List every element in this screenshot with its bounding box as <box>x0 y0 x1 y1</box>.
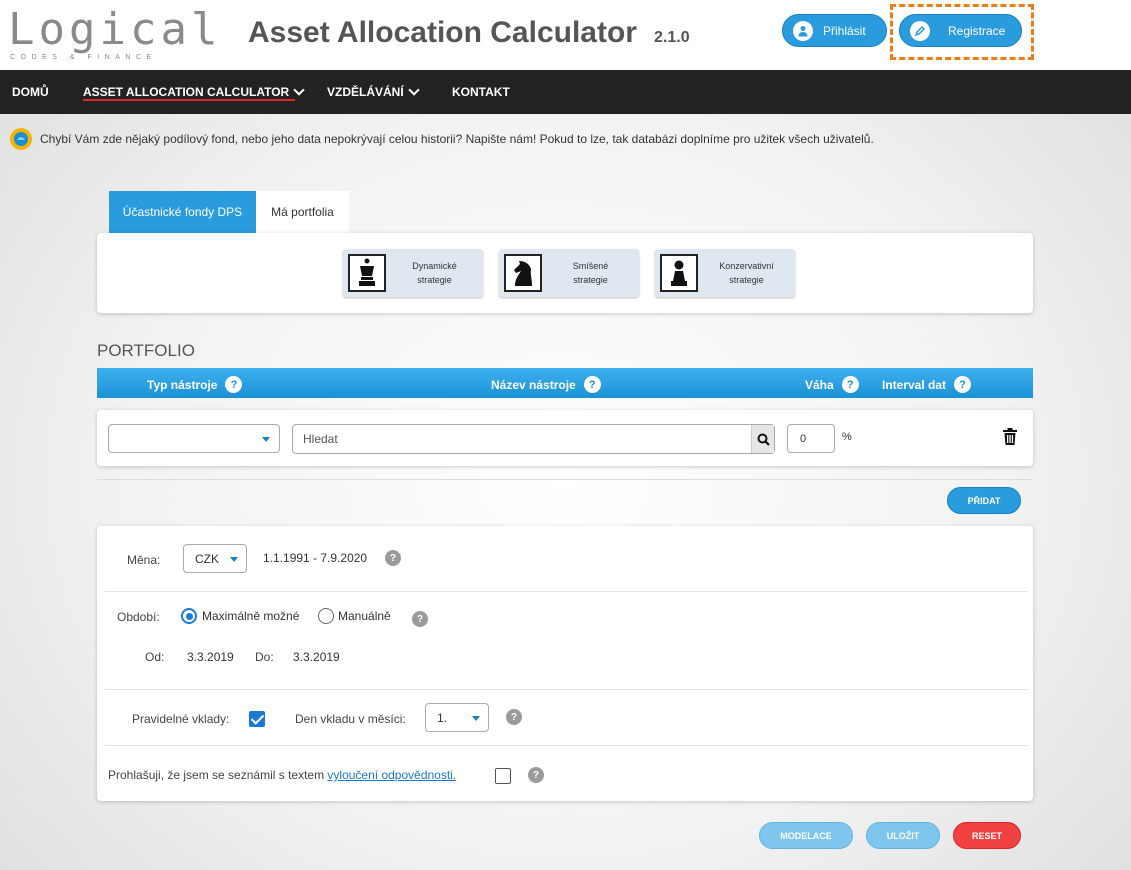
weight-input[interactable]: 0 <box>787 424 835 453</box>
nav-asset-allocation-label: ASSET ALLOCATION CALCULATOR <box>83 85 290 99</box>
chevron-down-icon <box>408 83 420 96</box>
strategy-mixed-button[interactable]: Smíšené strategie <box>499 249 639 297</box>
nav-active-indicator <box>83 99 295 101</box>
nav-home[interactable]: DOMŮ <box>12 85 49 99</box>
search-placeholder: Hledat <box>303 432 338 446</box>
chess-knight-icon <box>504 254 542 292</box>
nav-home-label: DOMŮ <box>12 85 49 99</box>
strategy-conservative-label: Konzervativní strategie <box>719 261 774 285</box>
column-interval: Interval dat? <box>882 376 972 393</box>
help-icon[interactable]: ? <box>412 611 428 627</box>
currency-select[interactable]: CZK <box>183 544 247 573</box>
main-nav: DOMŮ ASSET ALLOCATION CALCULATOR VZDĚLÁV… <box>0 70 1131 114</box>
from-label: Od: <box>145 650 165 664</box>
regular-deposits-label: Pravidelné vklady: <box>132 712 230 726</box>
portfolio-title: PORTFOLIO <box>97 341 195 360</box>
disclaimer-link[interactable]: vyloučení odpovědnosti. <box>327 768 456 782</box>
help-icon[interactable]: ? <box>506 709 522 725</box>
model-button[interactable]: MODELACE <box>759 822 853 849</box>
period-manual-radio[interactable] <box>318 608 334 624</box>
help-icon[interactable]: ? <box>583 376 601 393</box>
caret-down-icon <box>472 716 480 721</box>
weight-unit: % <box>842 431 852 443</box>
divider <box>105 689 1027 690</box>
version-label: 2.1.0 <box>654 29 690 46</box>
register-button[interactable]: Registrace <box>899 14 1022 47</box>
to-value[interactable]: 3.3.2019 <box>293 650 340 664</box>
help-icon[interactable]: ? <box>841 376 859 393</box>
period-max-radio[interactable] <box>181 608 197 624</box>
deposit-day-label: Den vkladu v měsíci: <box>295 712 406 726</box>
tab-my-portfolios-label: Má portfolia <box>271 205 334 219</box>
help-icon[interactable]: ? <box>528 767 544 783</box>
tab-dps-funds-label: Účastnické fondy DPS <box>122 205 243 219</box>
strategy-dynamic-button[interactable]: Dynamické strategie <box>343 249 483 297</box>
settings-panel: Měna: CZK 1.1.1991 - 7.9.2020 ? Období: … <box>97 526 1033 801</box>
help-icon[interactable]: ? <box>954 376 972 393</box>
nav-contact-label: KONTAKT <box>452 85 510 99</box>
to-label: Do: <box>255 650 274 664</box>
logo[interactable]: Logical CODES & FINANCE <box>8 4 222 64</box>
header: Logical CODES & FINANCE Asset Allocation… <box>0 0 1131 70</box>
deposit-day-value: 1. <box>437 711 448 725</box>
help-icon[interactable]: ? <box>385 550 401 566</box>
tab-dps-funds[interactable]: Účastnické fondy DPS <box>109 191 256 233</box>
trash-icon[interactable] <box>1003 428 1017 448</box>
strategy-conservative-button[interactable]: Konzervativní strategie <box>655 249 795 297</box>
instrument-type-select[interactable] <box>108 424 280 453</box>
register-label: Registrace <box>948 23 1006 38</box>
tab-my-portfolios[interactable]: Má portfolia <box>256 191 349 233</box>
page-title: Asset Allocation Calculator <box>248 16 637 49</box>
regular-deposits-checkbox[interactable] <box>249 711 265 727</box>
chess-pawn-icon <box>660 254 698 292</box>
login-button[interactable]: Přihlásit <box>782 14 887 47</box>
logo-word: Logical <box>8 4 222 55</box>
disclaimer-prefix: Prohlašuji, že jsem se seznámil s textem <box>108 768 325 782</box>
divider <box>97 479 1033 480</box>
date-range: 1.1.1991 - 7.9.2020 <box>263 551 368 565</box>
user-icon <box>793 20 813 41</box>
currency-label: Měna: <box>127 553 161 567</box>
currency-value: CZK <box>195 552 219 566</box>
column-weight: Váha? <box>805 376 859 393</box>
divider <box>105 591 1027 592</box>
strategy-panel: Dynamické strategie Smíšené strategie Konz… <box>97 233 1033 313</box>
period-label: Období: <box>117 610 160 624</box>
instrument-search-input[interactable]: Hledat <box>292 424 775 454</box>
nav-education[interactable]: VZDĚLÁVÁNÍ <box>327 83 420 99</box>
portfolio-table-header: Typ nástroje? Název nástroje? Váha? Inte… <box>97 368 1033 398</box>
nav-contact[interactable]: KONTAKT <box>452 85 510 99</box>
info-banner: Chybí Vám zde nějaký podílový fond, nebo… <box>10 128 874 150</box>
login-label: Přihlásit <box>823 23 866 38</box>
period-manual-label[interactable]: Manuálně <box>338 609 391 623</box>
nav-asset-allocation[interactable]: ASSET ALLOCATION CALCULATOR <box>83 83 305 99</box>
logo-subtitle: CODES & FINANCE <box>10 54 157 61</box>
portfolio-row: Hledat 0 % <box>97 410 1033 466</box>
from-value[interactable]: 3.3.2019 <box>187 650 234 664</box>
chess-queen-icon <box>348 254 386 292</box>
reset-button[interactable]: RESET <box>953 822 1021 849</box>
nav-education-label: VZDĚLÁVÁNÍ <box>327 85 404 99</box>
chevron-down-icon <box>293 83 305 96</box>
deposit-day-select[interactable]: 1. <box>425 703 489 732</box>
add-instrument-button[interactable]: PŘIDAT <box>947 487 1021 514</box>
pencil-icon <box>910 20 930 41</box>
strategy-dynamic-label: Dynamické strategie <box>412 261 457 285</box>
help-icon[interactable]: ? <box>225 376 243 393</box>
info-icon <box>10 128 32 150</box>
strategy-mixed-label: Smíšené strategie <box>572 261 609 285</box>
search-icon[interactable] <box>751 425 774 453</box>
info-text: Chybí Vám zde nějaký podílový fond, nebo… <box>40 132 874 146</box>
column-name: Název nástroje? <box>491 376 601 393</box>
disclaimer-text: Prohlašuji, že jsem se seznámil s textem… <box>108 768 456 782</box>
save-button[interactable]: ULOŽIT <box>866 822 940 849</box>
divider <box>105 745 1027 746</box>
disclaimer-checkbox[interactable] <box>495 768 511 784</box>
caret-down-icon <box>262 437 270 442</box>
period-max-label[interactable]: Maximálně možné <box>202 609 299 623</box>
caret-down-icon <box>230 557 238 562</box>
column-type: Typ nástroje? <box>147 376 243 393</box>
